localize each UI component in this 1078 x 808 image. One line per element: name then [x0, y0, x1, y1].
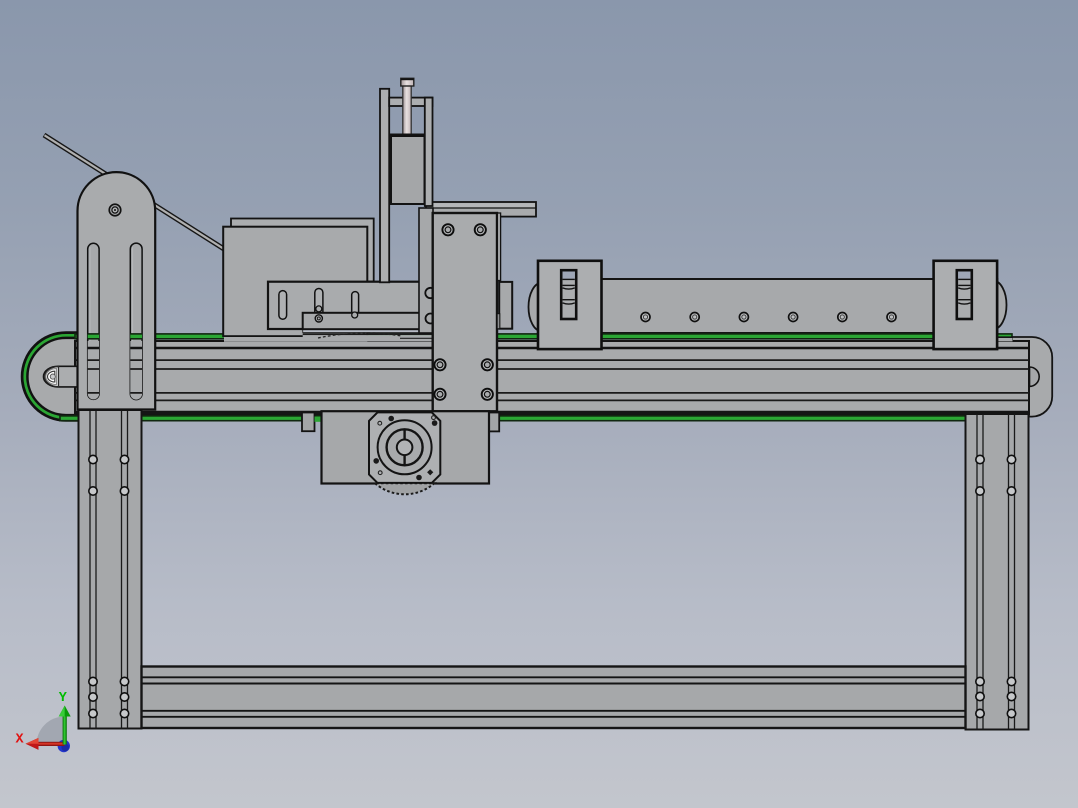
svg-text:Y: Y [59, 691, 68, 706]
svg-text:X: X [16, 733, 25, 748]
